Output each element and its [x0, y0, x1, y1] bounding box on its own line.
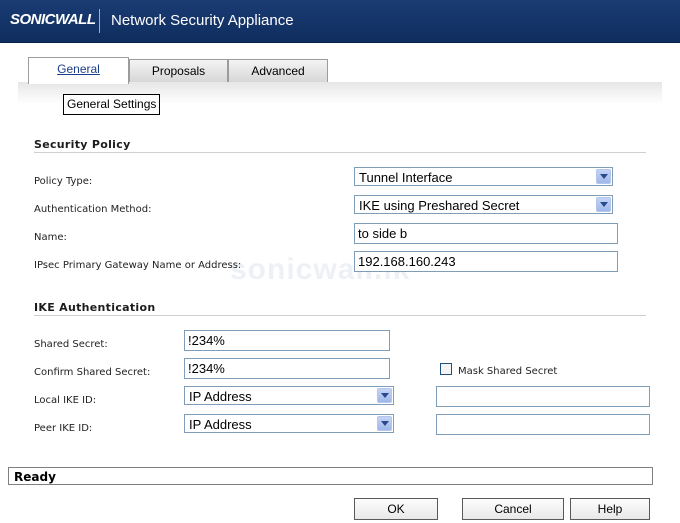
confirm-secret-input[interactable]: !234% — [184, 358, 390, 379]
app-title: Network Security Appliance — [111, 12, 294, 29]
peer-ike-id-input[interactable] — [436, 414, 650, 435]
peer-ike-id-type: IP Address — [189, 417, 252, 432]
chevron-down-icon[interactable] — [377, 416, 392, 431]
chevron-down-icon[interactable] — [377, 388, 392, 403]
tab-advanced[interactable]: Advanced — [228, 59, 328, 82]
local-ike-id-label: Local IKE ID: — [34, 395, 97, 406]
auth-method-select[interactable]: IKE using Preshared Secret — [354, 195, 613, 214]
section-title-security-policy: Security Policy — [34, 138, 131, 151]
help-button[interactable]: Help — [570, 498, 650, 520]
mask-secret-checkbox[interactable] — [440, 363, 452, 375]
sonicwall-logo: SONICWALL — [10, 11, 96, 28]
ok-button[interactable]: OK — [354, 498, 438, 520]
app-header: SONICWALL Network Security Appliance — [0, 0, 680, 43]
name-input[interactable]: to side b — [354, 223, 618, 244]
tooltip: General Settings — [63, 94, 161, 115]
local-ike-id-select[interactable]: IP Address — [184, 386, 394, 405]
header-divider — [99, 9, 100, 33]
name-label: Name: — [34, 232, 67, 243]
tab-proposals[interactable]: Proposals — [129, 59, 228, 82]
gateway-label: IPsec Primary Gateway Name or Address: — [34, 260, 242, 271]
local-ike-id-type: IP Address — [189, 389, 252, 404]
tab-bar: General Proposals Advanced — [0, 56, 680, 84]
mask-secret-label: Mask Shared Secret — [458, 366, 558, 377]
shared-secret-input[interactable]: !234% — [184, 330, 390, 351]
peer-ike-id-label: Peer IKE ID: — [34, 423, 93, 434]
policy-type-label: Policy Type: — [34, 176, 93, 187]
peer-ike-id-select[interactable]: IP Address — [184, 414, 394, 433]
cancel-button[interactable]: Cancel — [462, 498, 564, 520]
gateway-input[interactable]: 192.168.160.243 — [354, 251, 618, 272]
policy-type-select[interactable]: Tunnel Interface — [354, 167, 613, 186]
section-title-ike-authentication: IKE Authentication — [34, 301, 156, 314]
auth-method-label: Authentication Method: — [34, 204, 152, 215]
section-divider — [34, 315, 646, 316]
policy-type-value: Tunnel Interface — [359, 170, 453, 185]
tab-general[interactable]: General — [28, 57, 129, 84]
shared-secret-label: Shared Secret: — [34, 339, 108, 350]
chevron-down-icon[interactable] — [596, 169, 611, 184]
auth-method-value: IKE using Preshared Secret — [359, 198, 520, 213]
section-divider — [34, 152, 646, 153]
status-bar: Ready — [8, 467, 653, 485]
chevron-down-icon[interactable] — [596, 197, 611, 212]
confirm-secret-label: Confirm Shared Secret: — [34, 367, 151, 378]
local-ike-id-input[interactable] — [436, 386, 650, 407]
